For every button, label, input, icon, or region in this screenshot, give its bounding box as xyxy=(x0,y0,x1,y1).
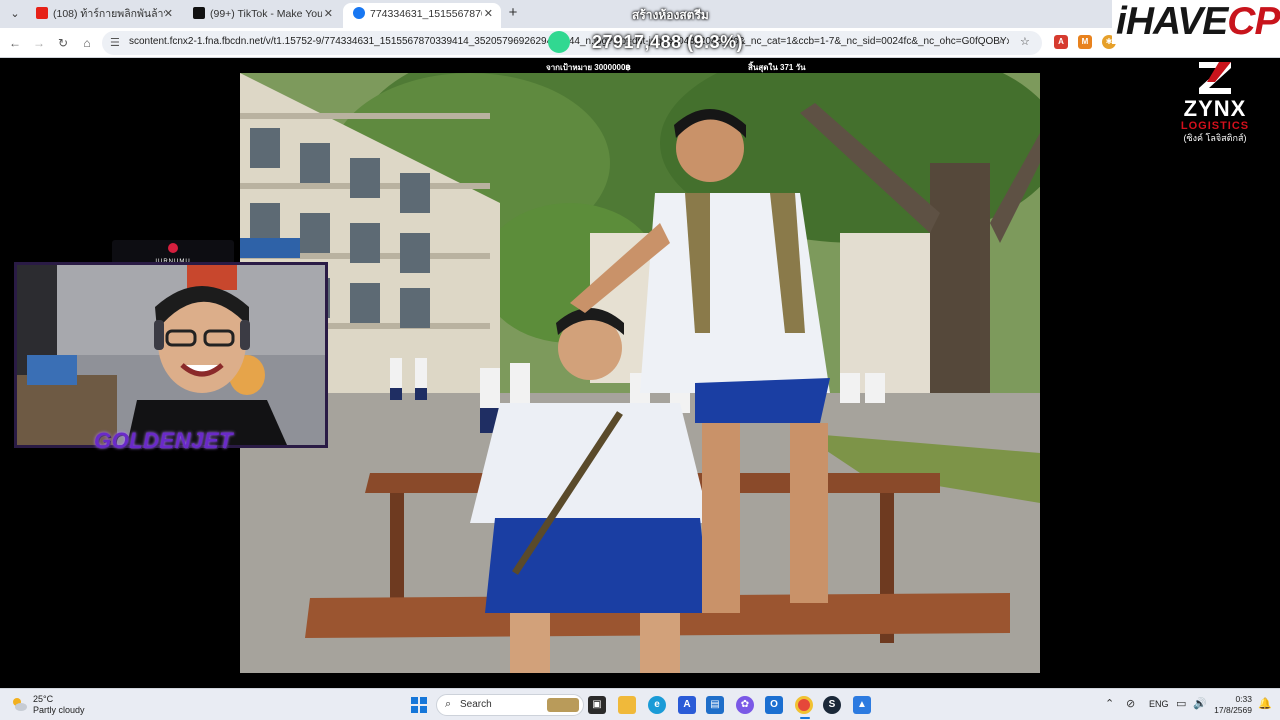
brand-logo-accent: CPU xyxy=(1227,0,1280,43)
donation-progress-dot xyxy=(548,31,570,53)
reload-icon[interactable]: ↻ xyxy=(54,34,72,52)
partly-cloudy-icon xyxy=(13,698,27,711)
zoom-icon[interactable]: ⌕ xyxy=(999,35,1005,48)
facebook-icon xyxy=(353,7,365,19)
system-clock[interactable]: 0:33 17/8/2569 xyxy=(1212,694,1252,716)
bookmark-star-icon[interactable]: ☆ xyxy=(1020,35,1030,48)
browser-tab-strip: ⌄ (108) ท้าร์กายพลิกพันล้าน SS2 Day ✕ (9… xyxy=(0,0,1280,28)
screen: ⌄ (108) ท้าร์กายพลิกพันล้าน SS2 Day ✕ (9… xyxy=(0,0,1280,720)
sponsor-thai-name: (ซิงค์ โลจิสติกส์) xyxy=(1183,133,1247,143)
start-windows-icon[interactable] xyxy=(411,697,427,713)
tab-youtube[interactable]: (108) ท้าร์กายพลิกพันล้าน SS2 Day ✕ xyxy=(26,3,181,28)
copilot-icon[interactable]: ✿ xyxy=(736,696,754,714)
tiktok-icon xyxy=(193,7,205,19)
taskbar-search[interactable]: ⌕ Search xyxy=(436,694,584,716)
sponsor-z-icon xyxy=(1199,62,1231,94)
stream-room-title: สร้างห้องสตรีม xyxy=(632,8,709,22)
network-icon[interactable]: ⊘ xyxy=(1126,697,1135,710)
show-hidden-icons-chevron-icon[interactable]: ⌃ xyxy=(1105,697,1114,710)
active-app-indicator xyxy=(800,717,810,719)
close-tab-icon[interactable]: ✕ xyxy=(164,3,173,25)
search-highlight-image xyxy=(547,698,579,712)
taskbar-search-placeholder: Search xyxy=(460,699,492,710)
wifi-icon[interactable]: ▭ xyxy=(1176,697,1186,710)
close-tab-icon[interactable]: ✕ xyxy=(324,3,333,25)
back-icon[interactable]: ← xyxy=(6,34,24,52)
app-icon-2[interactable]: ▲ xyxy=(853,696,871,714)
school-photo-illustration xyxy=(240,73,1040,673)
outlook-icon[interactable]: O xyxy=(765,696,783,714)
sponsor-name: ZYNX xyxy=(1183,96,1247,121)
tab-tiktok[interactable]: (99+) TikTok - Make Your Day ✕ xyxy=(183,3,341,28)
tab-title: (99+) TikTok - Make Your Day xyxy=(210,8,322,20)
app-icon[interactable]: A xyxy=(678,696,696,714)
forward-icon[interactable]: → xyxy=(30,34,48,52)
youtube-icon xyxy=(36,7,48,19)
brand-logo-text: iHAVE xyxy=(1116,0,1228,43)
site-info-icon[interactable]: ☰ xyxy=(110,36,120,49)
metamask-extension-icon[interactable]: M xyxy=(1078,35,1092,49)
streamer-webcam-illustration xyxy=(17,265,325,445)
address-bar[interactable]: ☰ scontent.fcnx2-1.fna.fbcdn.net/v/t1.15… xyxy=(102,31,1042,55)
tab-title: (108) ท้าร์กายพลิกพันล้าน SS2 Day xyxy=(53,8,165,20)
task-view-icon[interactable]: ▣ xyxy=(588,696,606,714)
file-explorer-icon[interactable] xyxy=(618,696,636,714)
tab-search-chevron-icon[interactable]: ⌄ xyxy=(6,5,24,23)
tab-title: 774334631_1515567870339414 xyxy=(370,8,482,20)
brand-logo: iHAVECPU xyxy=(1112,0,1280,44)
chrome-icon[interactable] xyxy=(795,696,813,714)
store-icon[interactable]: ▤ xyxy=(706,696,724,714)
adblock-extension-icon[interactable]: A xyxy=(1054,35,1068,49)
weather-condition: Partly cloudy xyxy=(33,705,85,715)
new-tab-button[interactable]: + xyxy=(505,4,521,22)
main-photo xyxy=(240,73,1040,673)
notification-bell-icon[interactable]: 🔔 xyxy=(1258,697,1272,710)
search-icon: ⌕ xyxy=(445,698,452,710)
edge-icon[interactable]: e xyxy=(648,696,666,714)
clock-time: 0:33 xyxy=(1235,694,1252,704)
sponsor-logo: ZYNX LOGISTICS (ซิงค์ โลจิสติกส์) xyxy=(1168,58,1262,154)
tab-facebook-image[interactable]: 774334631_1515567870339414 ✕ xyxy=(343,3,501,28)
input-language[interactable]: ENG xyxy=(1149,699,1169,709)
instagram-icon xyxy=(168,243,178,253)
streamer-name: GOLDENJET xyxy=(94,428,233,453)
windows-taskbar: 25°C Partly cloudy ⌕ Search ▣ e A ▤ ✿ O … xyxy=(0,688,1280,720)
close-tab-icon[interactable]: ✕ xyxy=(484,3,493,25)
weather-temperature: 25°C xyxy=(33,694,54,704)
home-icon[interactable]: ⌂ xyxy=(78,34,96,52)
clock-date: 17/8/2569 xyxy=(1214,705,1252,715)
steam-icon[interactable]: S xyxy=(823,696,841,714)
webcam-feed xyxy=(14,262,328,448)
weather-widget[interactable]: 25°C Partly cloudy xyxy=(33,694,85,716)
sponsor-subtitle: LOGISTICS xyxy=(1180,120,1250,132)
donation-counter: 27917,488 (9.3%) xyxy=(592,32,744,52)
volume-icon[interactable]: 🔊 xyxy=(1193,697,1207,710)
webcam-badge: IURNUMU xyxy=(112,240,234,265)
